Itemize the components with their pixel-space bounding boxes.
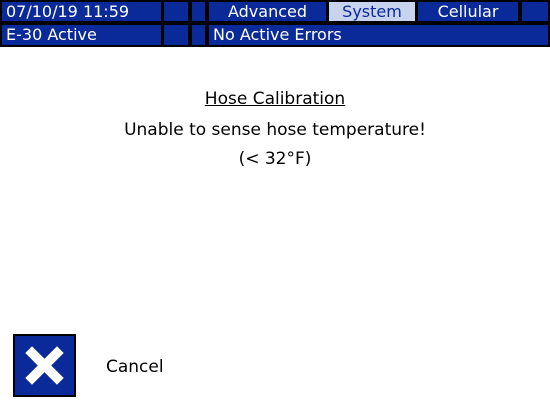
tab-scroll-right[interactable]	[522, 2, 548, 21]
x-icon	[25, 346, 64, 385]
cancel-button[interactable]	[13, 334, 76, 397]
tab-advanced[interactable]: Advanced	[209, 2, 326, 21]
cancel-label: Cancel	[106, 357, 164, 377]
tab-cellular[interactable]: Cellular	[418, 2, 518, 21]
dialog-title-text: Hose Calibration	[204, 89, 346, 109]
error-indicator-box	[192, 25, 205, 45]
tab-scroll-left[interactable]	[192, 2, 205, 21]
dialog-detail: (< 32°F)	[238, 149, 312, 169]
dialog-message: Unable to sense hose temperature!	[124, 120, 426, 140]
status-bar: 07/10/19 11:59 Advanced System Cellular	[0, 0, 550, 23]
event-indicator-box	[164, 25, 188, 45]
status-indicator-box	[164, 2, 188, 21]
screen: 07/10/19 11:59 Advanced System Cellular …	[0, 0, 550, 414]
error-message-display: No Active Errors	[209, 25, 548, 45]
dialog-title: Hose Calibration	[0, 87, 550, 111]
datetime-display: 07/10/19 11:59	[2, 2, 161, 21]
tab-system[interactable]: System	[329, 2, 415, 21]
active-event-display: E-30 Active	[2, 25, 161, 45]
error-bar: E-30 Active No Active Errors	[0, 23, 550, 47]
